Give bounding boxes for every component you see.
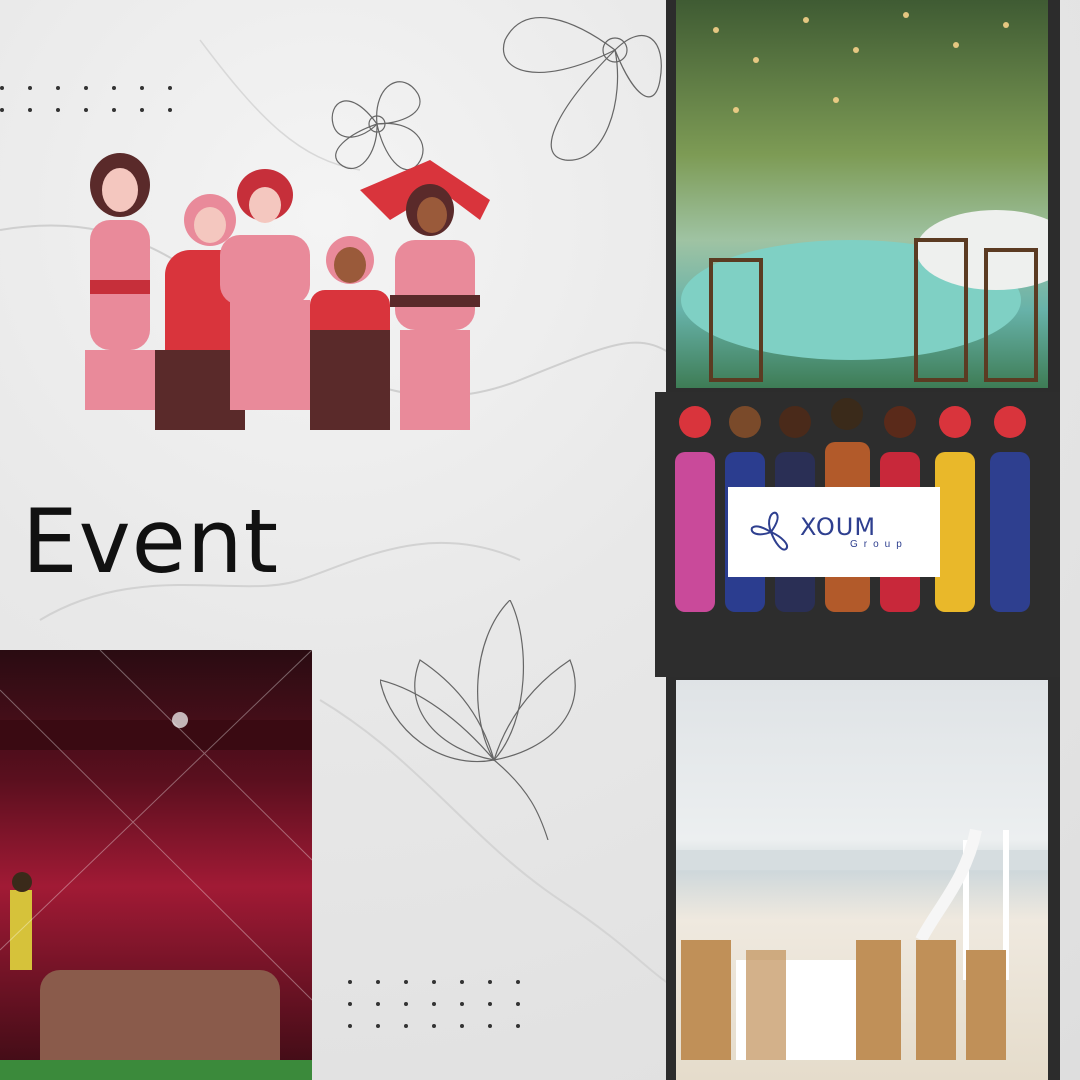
dot-pattern-top: [0, 86, 196, 112]
page-title: Event: [22, 490, 280, 593]
dot-pattern-bottom: [348, 980, 544, 1028]
garden-dinner-photo: [676, 0, 1048, 388]
beach-ceremony-photo: [676, 680, 1048, 1080]
xoum-logo-card: XOUM Group: [728, 487, 940, 577]
xoum-logo-icon: [750, 511, 788, 551]
theater-stage-photo: [0, 650, 312, 1080]
lotus-outline-icon: [380, 600, 576, 840]
flower-outline-large-icon: [502, 17, 662, 161]
logo-sub: Group: [850, 538, 908, 550]
women-group-illustration: [85, 153, 490, 430]
logo-name: XOUM: [800, 512, 877, 541]
